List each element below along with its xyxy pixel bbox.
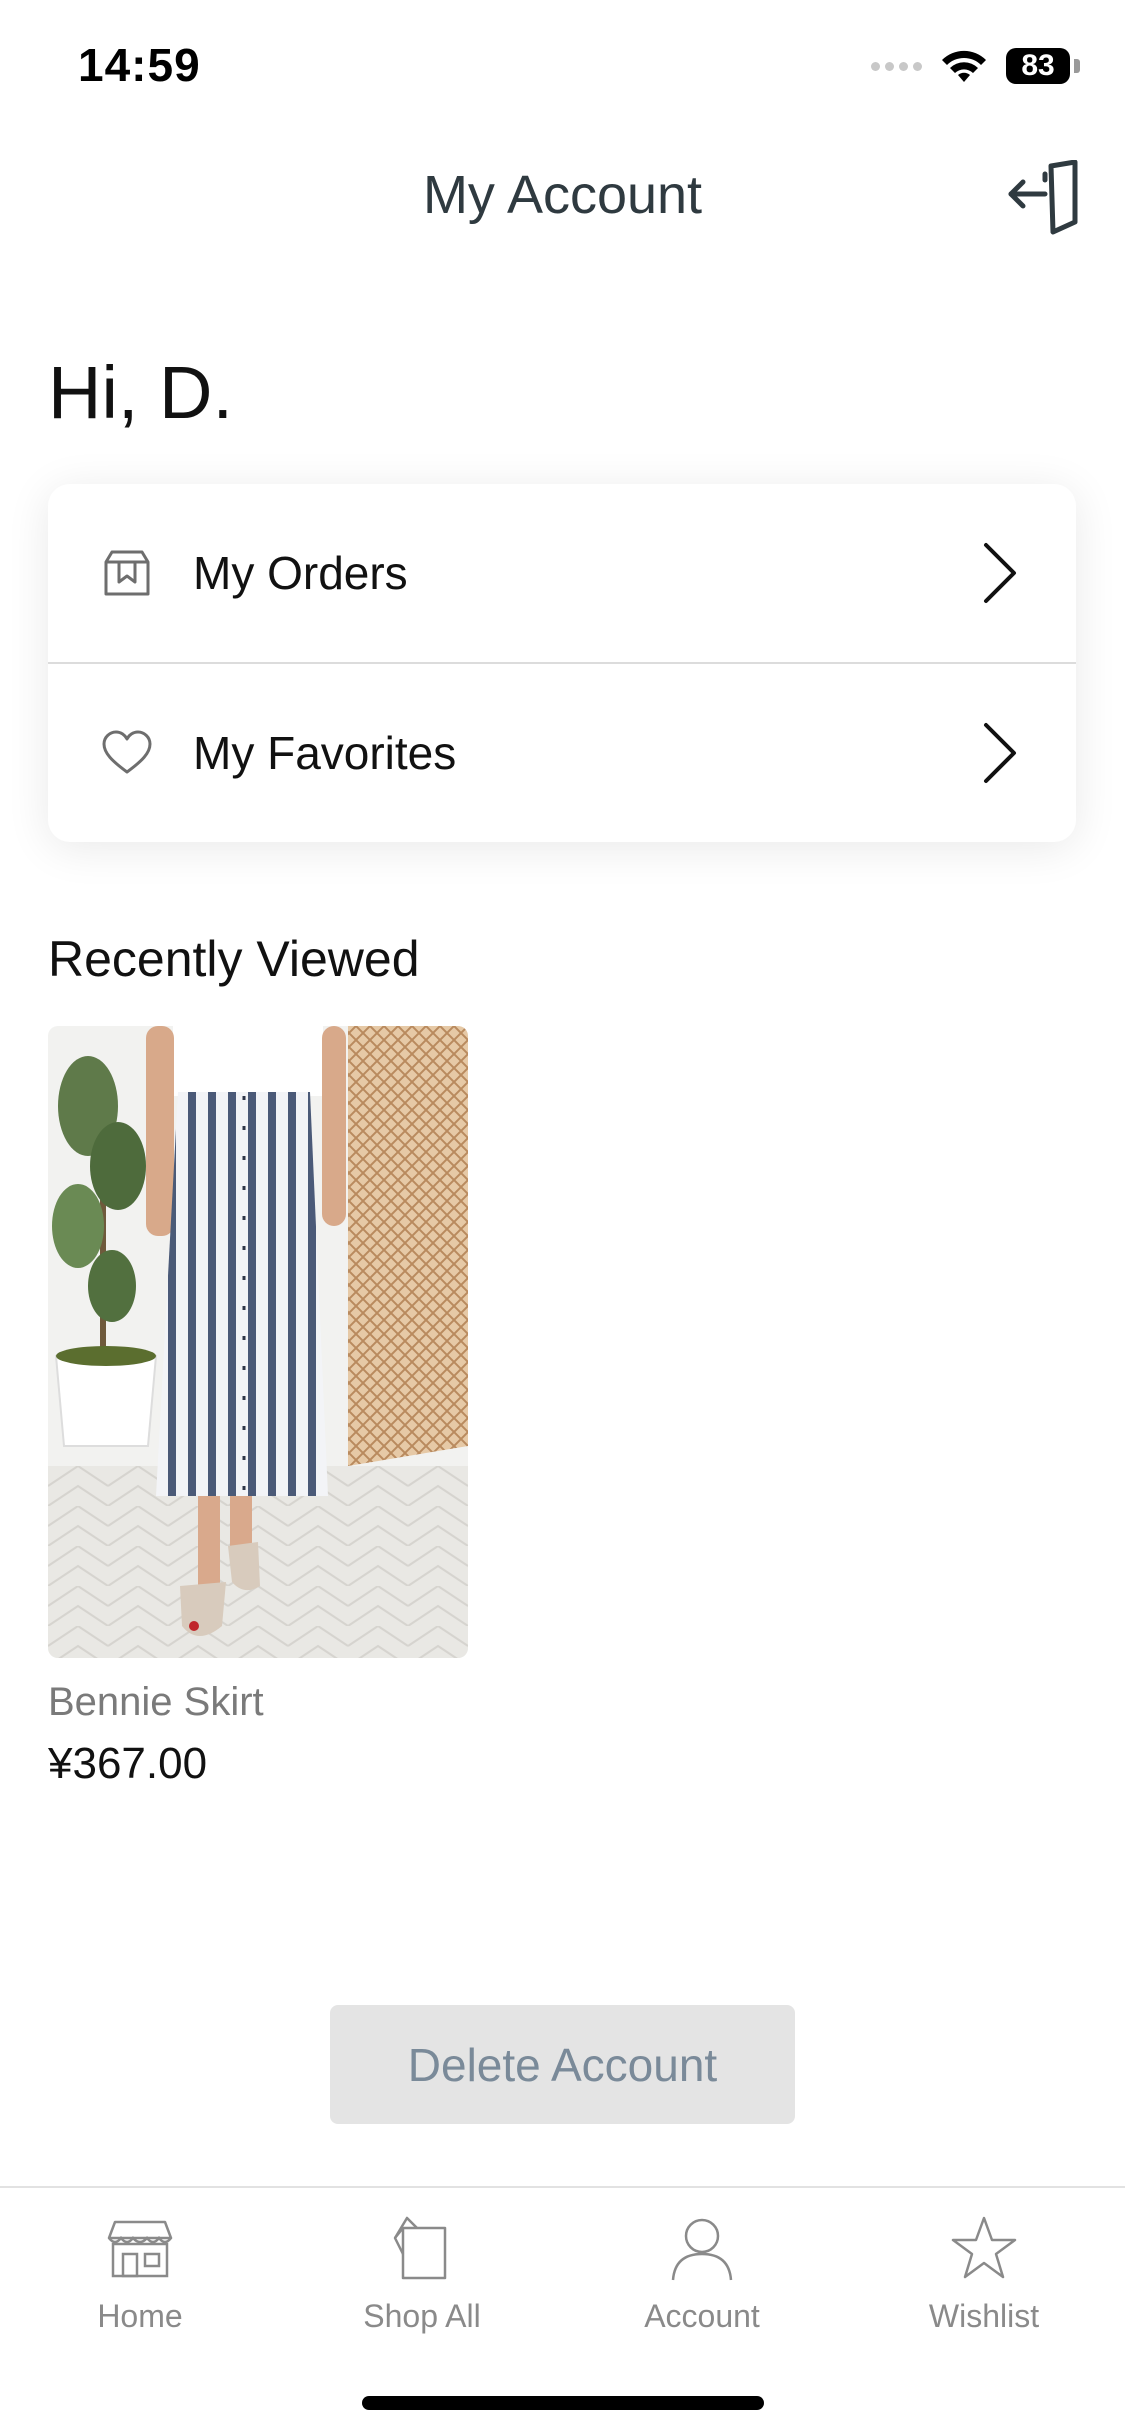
orders-box-icon	[104, 550, 150, 596]
product-price: ¥367.00	[48, 1739, 208, 1788]
greeting: Hi, D.	[48, 351, 233, 434]
heart-icon	[102, 730, 152, 774]
home-store-icon	[107, 2220, 173, 2278]
tab-home[interactable]: Home	[40, 2214, 240, 2335]
menu-item-label: My Favorites	[193, 727, 457, 779]
battery-level: 83	[1006, 48, 1070, 84]
menu-item-my-favorites[interactable]: My Favorites	[48, 664, 1076, 842]
home-indicator[interactable]	[362, 2396, 764, 2410]
logout-icon	[1008, 159, 1078, 235]
chevron-right-icon	[984, 543, 1016, 603]
tab-wishlist[interactable]: Wishlist	[884, 2214, 1084, 2335]
status-indicators: 83	[871, 48, 1080, 84]
chevron-right-icon	[984, 723, 1016, 783]
cellular-signal-icon	[871, 61, 922, 71]
status-time: 14:59	[78, 39, 201, 91]
account-menu-card: My Orders My Favorites	[48, 484, 1076, 842]
user-icon	[671, 2218, 733, 2281]
tab-shop-all[interactable]: Shop All	[322, 2214, 522, 2335]
recently-viewed-title: Recently Viewed	[48, 931, 420, 987]
tab-label: Home	[97, 2298, 183, 2334]
battery-icon: 83	[1006, 48, 1080, 84]
menu-item-label: My Orders	[193, 547, 408, 599]
product-card[interactable]: Bennie Skirt ¥367.00	[48, 1026, 468, 1789]
delete-account-button[interactable]: Delete Account	[330, 2005, 795, 2124]
product-image	[48, 1026, 468, 1658]
wifi-icon	[942, 50, 986, 82]
account-screen: 14:59 83 My Account Hi, D. My Orders My …	[0, 0, 1125, 2436]
tab-account[interactable]: Account	[602, 2214, 802, 2335]
menu-item-my-orders[interactable]: My Orders	[48, 484, 1076, 664]
logout-button[interactable]	[1005, 159, 1081, 236]
tab-label: Wishlist	[928, 2298, 1040, 2334]
tab-label: Shop All	[363, 2298, 481, 2334]
product-name: Bennie Skirt	[48, 1680, 264, 1724]
tab-label: Account	[644, 2298, 760, 2334]
star-icon	[951, 2216, 1017, 2279]
page-title: My Account	[422, 165, 703, 225]
shop-bag-icon	[393, 2216, 447, 2280]
